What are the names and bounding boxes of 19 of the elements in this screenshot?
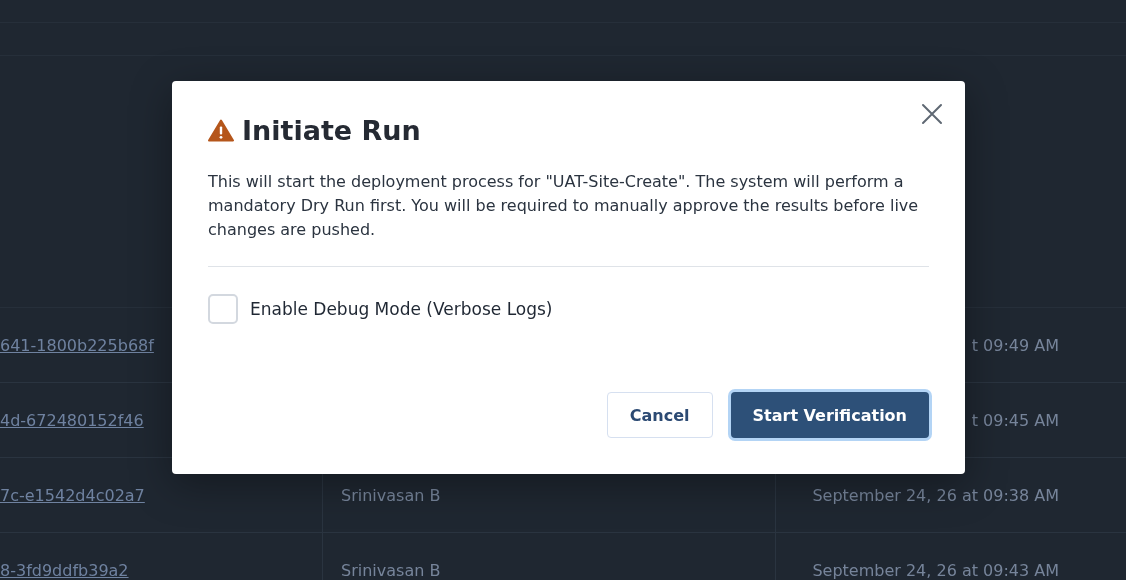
timestamp: t 09:45 AM [971, 410, 1059, 430]
cancel-button[interactable]: Cancel [606, 392, 713, 438]
run-id-link[interactable]: 641-1800b225b68f [0, 335, 154, 355]
run-id-link[interactable]: 7c-e1542d4c02a7 [0, 485, 145, 505]
user-name: Srinivasan B [341, 485, 441, 505]
dialog-message: This will start the deployment process for "UAT-Site-Create". The system will perform a mandatory Dry Run first. You will be required to manually approve the results before live changes are pushed. [208, 171, 920, 241]
close-button[interactable] [919, 101, 945, 127]
user-name: Srinivasan B [341, 560, 441, 580]
dialog-title: Initiate Run [242, 115, 421, 146]
close-icon [921, 103, 943, 125]
checkbox-label: Enable Debug Mode (Verbose Logs) [250, 299, 553, 319]
start-verification-button[interactable]: Start Verification [730, 392, 929, 438]
checkbox[interactable] [208, 294, 238, 324]
timestamp: t 09:49 AM [971, 335, 1059, 355]
warning-icon [208, 119, 234, 142]
run-id-link[interactable]: 8-3fd9ddfb39a2 [0, 560, 129, 580]
run-id-link[interactable]: 4d-672480152f46 [0, 410, 144, 430]
timestamp: September 24, 26 at 09:38 AM [812, 485, 1059, 505]
timestamp: September 24, 26 at 09:43 AM [812, 560, 1059, 580]
